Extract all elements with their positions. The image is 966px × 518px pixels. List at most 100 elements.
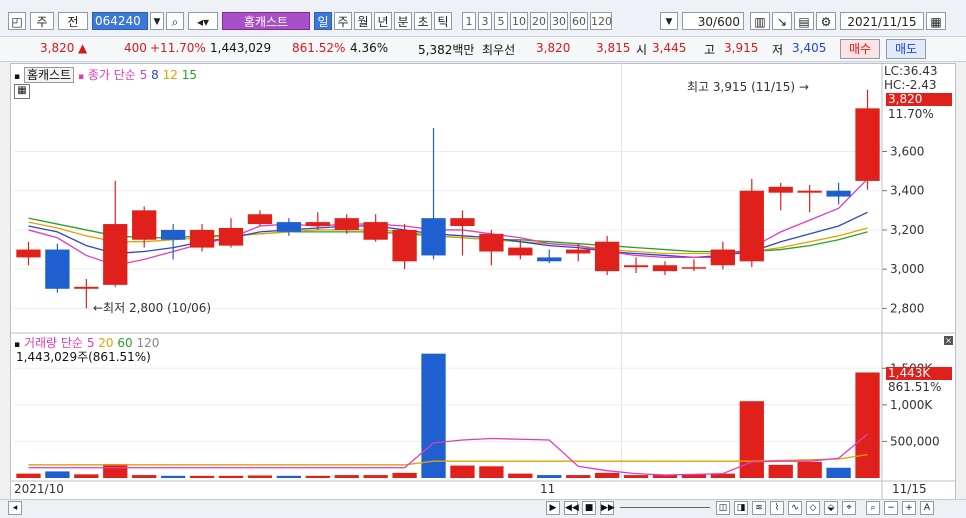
- type-dropdown[interactable]: 주: [30, 12, 54, 30]
- x-label-start: 2021/10: [14, 482, 64, 496]
- volume-bar: [132, 475, 157, 478]
- scroll-left-icon[interactable]: ◂: [8, 501, 22, 515]
- volume-bar: [334, 475, 359, 478]
- candle-body: [479, 233, 504, 252]
- candle-body: [218, 227, 244, 246]
- x-label-mid: 11: [540, 482, 556, 496]
- candle-body: [739, 190, 764, 262]
- play-icon[interactable]: ▶: [546, 501, 560, 515]
- buy-button[interactable]: 매수: [840, 39, 880, 59]
- candle-body: [305, 222, 330, 227]
- volume-bar: [247, 475, 273, 478]
- volume-bar: [566, 475, 591, 478]
- prev-button[interactable]: 전: [58, 12, 88, 30]
- candle-body: [623, 265, 649, 268]
- period-tab[interactable]: 틱: [434, 12, 452, 30]
- draw-line-icon[interactable]: ↘: [772, 12, 792, 30]
- date-display[interactable]: 2021/11/15: [840, 12, 924, 30]
- period-tab[interactable]: 분: [394, 12, 412, 30]
- interval-button[interactable]: 5: [494, 12, 508, 30]
- volume-value: 1,443,029: [210, 41, 272, 55]
- candle-body: [594, 241, 620, 272]
- search-icon[interactable]: ⌕: [166, 12, 184, 30]
- price-tick-label: 3,000: [890, 262, 924, 276]
- price-change-pct: +11.70%: [150, 41, 206, 55]
- interval-button[interactable]: 120: [590, 12, 612, 30]
- chart-type-icon[interactable]: ▥: [750, 12, 770, 30]
- rewind-icon[interactable]: ◀◀: [564, 501, 579, 515]
- tool-icon[interactable]: ≋: [752, 501, 766, 515]
- zoom-in-icon[interactable]: +: [902, 501, 916, 515]
- period-tab[interactable]: 주: [334, 12, 352, 30]
- gear-icon[interactable]: ⚙: [816, 12, 836, 30]
- interval-button[interactable]: 30: [550, 12, 568, 30]
- close-panel-icon[interactable]: ×: [944, 336, 953, 345]
- volume-bar: [508, 473, 533, 478]
- period-tab[interactable]: 초: [414, 12, 432, 30]
- candle-body: [103, 224, 128, 285]
- count-display: 30/600: [682, 12, 744, 30]
- candle-body: [247, 214, 273, 225]
- tool-icon[interactable]: ⬙: [824, 501, 838, 515]
- save-icon[interactable]: ▤: [794, 12, 814, 30]
- low-label: 저: [772, 43, 784, 57]
- price-tick-label: 2,800: [890, 301, 924, 315]
- tool-icon[interactable]: ∿: [788, 501, 802, 515]
- volume-tag: 1,443K: [886, 367, 952, 380]
- ma15-label: 15: [181, 68, 198, 82]
- zoom-slider[interactable]: [620, 507, 710, 508]
- period-tab[interactable]: 월: [354, 12, 372, 30]
- magnify-icon[interactable]: ⌕: [866, 501, 880, 515]
- volume-tag-pct: 861.51%: [888, 380, 942, 394]
- candle-body: [16, 249, 41, 258]
- interval-button[interactable]: 60: [570, 12, 588, 30]
- fast-forward-icon[interactable]: ▶▶: [600, 501, 615, 515]
- candle-body: [421, 218, 446, 256]
- interval-button[interactable]: 10: [510, 12, 528, 30]
- open-price: 3,445: [652, 41, 687, 55]
- interval-button[interactable]: 20: [530, 12, 548, 30]
- price-change: 400: [124, 41, 147, 55]
- volume-ratio: 861.52%: [292, 41, 346, 55]
- candle-body: [797, 190, 822, 193]
- high-annotation: 최고 3,915 (11/15) →: [687, 80, 809, 94]
- status-bar: [0, 499, 966, 518]
- period-tab[interactable]: 년: [374, 12, 392, 30]
- volume-info: 1,443,029주(861.51%): [16, 350, 151, 364]
- ma-label: 종가 단순: [87, 68, 136, 82]
- candle-body: [334, 218, 359, 230]
- interval-button[interactable]: 1: [462, 12, 476, 30]
- tool-icon[interactable]: ⌇: [770, 501, 784, 515]
- calendar-icon[interactable]: ▦: [926, 12, 946, 30]
- zoom-out-icon[interactable]: −: [884, 501, 898, 515]
- chart-layout-icon[interactable]: ◰: [8, 12, 26, 30]
- price-tick-label: 3,200: [890, 223, 924, 237]
- code-dropdown-icon[interactable]: ▼: [150, 12, 164, 30]
- count-dropdown-icon[interactable]: ▼: [660, 12, 678, 30]
- volume-bar: [537, 475, 562, 478]
- candle-body: [363, 222, 388, 240]
- candle-body: [537, 257, 562, 262]
- stock-name-button[interactable]: 홈캐스트: [222, 12, 310, 30]
- sell-button[interactable]: 매도: [886, 39, 926, 59]
- stock-code-input[interactable]: 064240: [92, 12, 148, 30]
- tool-icon[interactable]: ◫: [716, 501, 730, 515]
- stop-icon[interactable]: ■: [582, 501, 596, 515]
- volume-bar: [45, 471, 70, 478]
- period-tab[interactable]: 일: [314, 12, 332, 30]
- tool-icon[interactable]: ◇: [806, 501, 820, 515]
- tool-icon[interactable]: ◨: [734, 501, 748, 515]
- font-size-icon[interactable]: A: [920, 501, 934, 515]
- sound-icon[interactable]: ◂▾: [188, 12, 218, 30]
- grid-toggle-icon[interactable]: ▦: [14, 84, 30, 99]
- high-label: 고: [704, 43, 716, 57]
- candle-body: [276, 222, 302, 232]
- tool-icon[interactable]: ⌖: [842, 501, 856, 515]
- volume-bar: [479, 466, 504, 478]
- volume-bar: [189, 475, 215, 478]
- volume-tick-label: 500,000: [890, 434, 940, 448]
- best-label: 최우선: [482, 43, 516, 57]
- chart-canvas[interactable]: 2,800 3,000 3,200 3,400 3,600 500,000 1,000K 1,…: [10, 63, 956, 499]
- low-annotation: ←최저 2,800 (10/06): [93, 301, 212, 315]
- interval-button[interactable]: 3: [478, 12, 492, 30]
